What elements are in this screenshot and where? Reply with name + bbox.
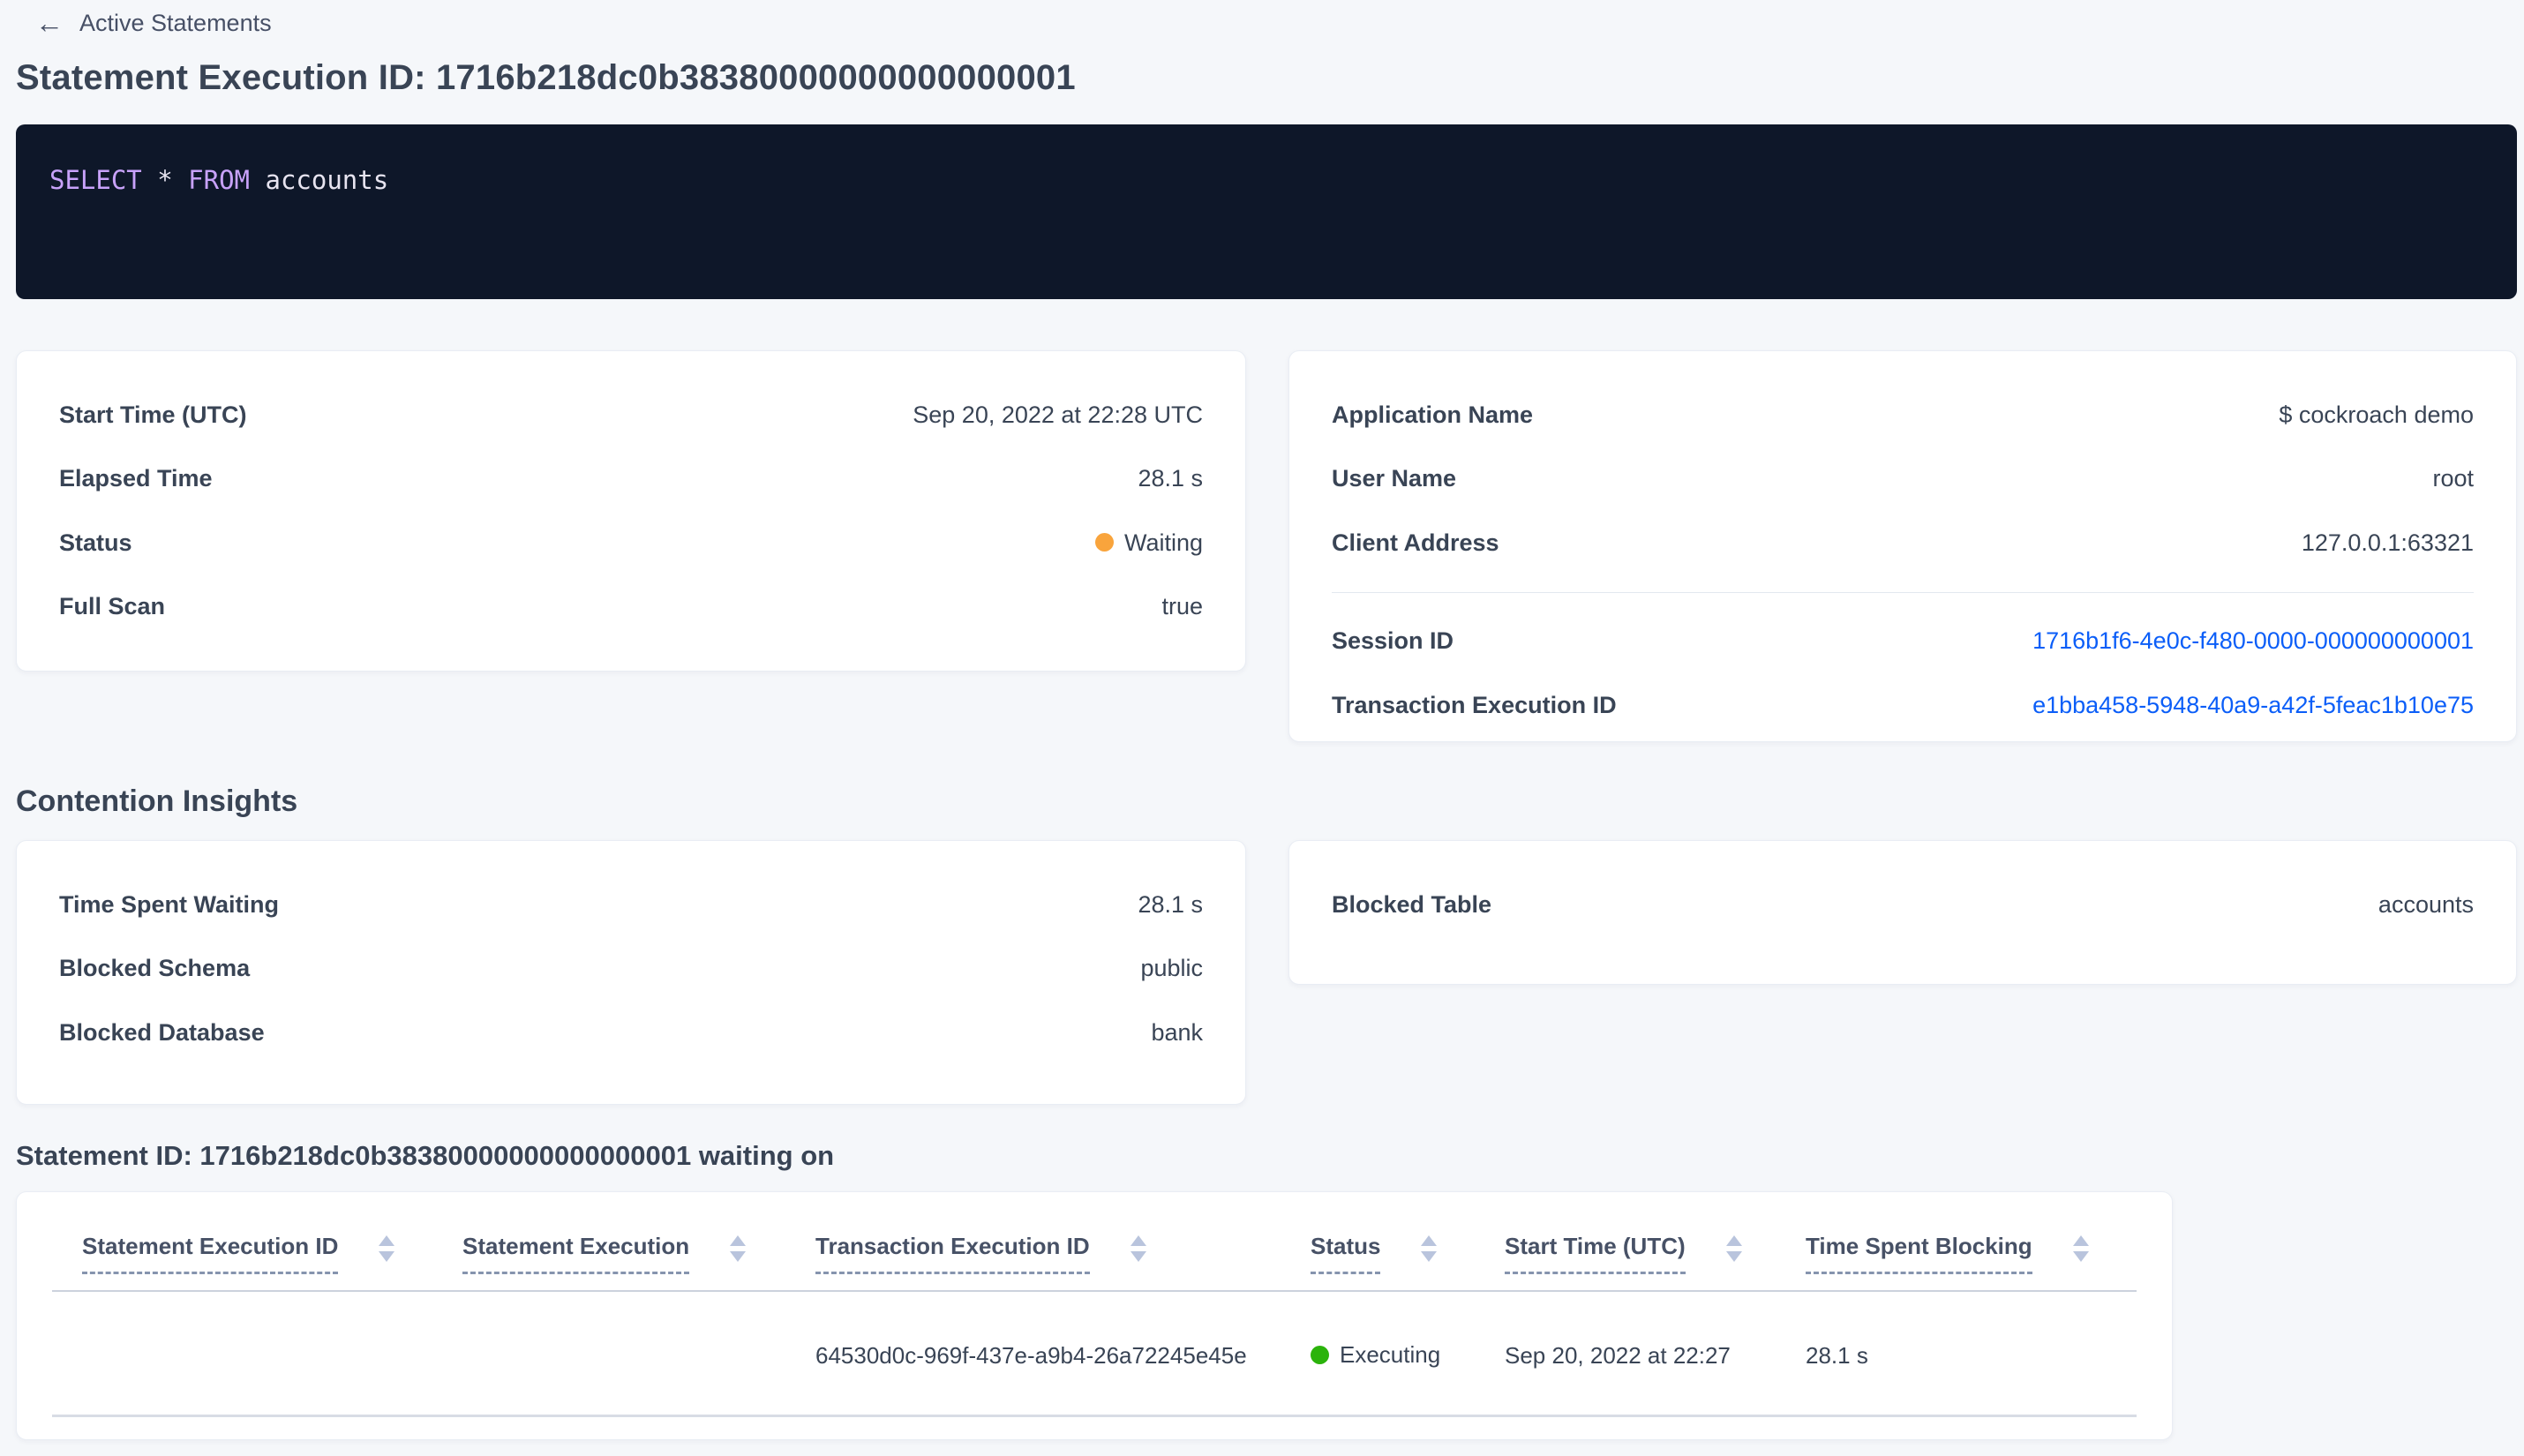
column-header-start-time[interactable]: Start Time (UTC): [1475, 1192, 1776, 1292]
sort-icon[interactable]: [730, 1235, 747, 1262]
column-header-statement-execution-id[interactable]: Statement Execution ID: [52, 1192, 432, 1292]
status-waiting-dot-icon: [1094, 533, 1114, 552]
sql-keyword-from: FROM: [188, 165, 251, 195]
blocked-table-label: Blocked Table: [1332, 891, 1492, 918]
column-label[interactable]: Time Spent Blocking: [1806, 1233, 2032, 1274]
user-name-value: root: [2432, 465, 2474, 492]
session-id-row: Session ID 1716b1f6-4e0c-f480-0000-00000…: [1332, 627, 2474, 655]
blocked-table-row: Blocked Table accounts: [1332, 890, 2474, 919]
sql-keyword-select: SELECT: [49, 165, 142, 195]
column-header-statement-execution[interactable]: Statement Execution: [432, 1192, 785, 1292]
blocked-database-row: Blocked Database bank: [59, 1018, 1203, 1047]
status-text: Waiting: [1123, 529, 1203, 556]
sort-icon[interactable]: [1725, 1235, 1742, 1262]
cell-status-text: Executing: [1340, 1341, 1441, 1368]
time-spent-waiting-label: Time Spent Waiting: [59, 891, 280, 918]
session-id-label: Session ID: [1332, 627, 1454, 655]
status-value: Waiting: [1094, 529, 1203, 557]
transaction-execution-id-link[interactable]: e1bba458-5948-40a9-a42f-5feac1b10e75: [2032, 691, 2474, 719]
sort-icon[interactable]: [1421, 1235, 1438, 1262]
user-name-row: User Name root: [1332, 464, 2474, 492]
blocked-table-value: accounts: [2378, 891, 2474, 918]
contention-right-card: Blocked Table accounts: [1288, 840, 2517, 985]
cell-status: Executing: [1281, 1291, 1475, 1417]
status-executing-dot-icon: [1311, 1346, 1329, 1364]
column-header-transaction-execution-id[interactable]: Transaction Execution ID: [785, 1192, 1281, 1292]
waiting-statements-table: Statement Execution ID Statement Executi…: [52, 1192, 2137, 1417]
details-cards-row: Start Time (UTC) Sep 20, 2022 at 22:28 U…: [16, 350, 2517, 742]
sql-statement-box: SELECT * FROM accounts: [16, 124, 2517, 299]
column-header-time-spent-blocking[interactable]: Time Spent Blocking: [1776, 1192, 2137, 1292]
time-spent-waiting-value: 28.1 s: [1138, 891, 1203, 918]
sql-table-name: accounts: [265, 165, 389, 195]
waiting-statements-table-card: Statement Execution ID Statement Executi…: [16, 1191, 2173, 1440]
blocked-database-value: bank: [1151, 1018, 1203, 1046]
transaction-execution-id-label: Transaction Execution ID: [1332, 691, 1617, 718]
sort-icon[interactable]: [1130, 1235, 1146, 1262]
application-name-label: Application Name: [1332, 402, 1534, 428]
full-scan-row: Full Scan true: [59, 592, 1203, 620]
back-link-active-statements[interactable]: ← Active Statements: [0, 0, 272, 37]
column-header-status[interactable]: Status: [1281, 1192, 1475, 1292]
execution-details-card: Start Time (UTC) Sep 20, 2022 at 22:28 U…: [16, 350, 1246, 672]
transaction-execution-id-row: Transaction Execution ID e1bba458-5948-4…: [1332, 691, 2474, 719]
column-label[interactable]: Start Time (UTC): [1505, 1233, 1686, 1274]
column-label[interactable]: Status: [1311, 1233, 1381, 1274]
client-address-label: Client Address: [1332, 529, 1499, 556]
column-label[interactable]: Transaction Execution ID: [815, 1233, 1090, 1274]
back-link-label: Active Statements: [79, 9, 272, 36]
cell-transaction-execution-id: 64530d0c-969f-437e-a9b4-26a72245e45e: [785, 1291, 1281, 1417]
sql-star: *: [157, 165, 173, 195]
sort-icon[interactable]: [379, 1235, 395, 1262]
status-row: Status Waiting: [59, 529, 1203, 557]
user-name-label: User Name: [1332, 465, 1457, 492]
elapsed-time-row: Elapsed Time 28.1 s: [59, 464, 1203, 492]
start-time-value: Sep 20, 2022 at 22:28 UTC: [913, 402, 1203, 428]
elapsed-time-value: 28.1 s: [1138, 465, 1203, 492]
sort-icon[interactable]: [2072, 1235, 2089, 1262]
blocked-schema-label: Blocked Schema: [59, 955, 251, 982]
arrow-left-icon: ←: [35, 7, 64, 39]
statement-execution-details-page: ← Active Statements Statement Execution …: [0, 0, 2524, 1440]
cell-time-spent-blocking: 28.1 s: [1776, 1291, 2137, 1417]
start-time-label: Start Time (UTC): [59, 402, 247, 428]
full-scan-label: Full Scan: [59, 593, 166, 620]
client-address-row: Client Address 127.0.0.1:63321: [1332, 529, 2474, 557]
column-label[interactable]: Statement Execution ID: [82, 1233, 339, 1274]
card-divider: [1332, 592, 2474, 594]
session-details-card: Application Name $ cockroach demo User N…: [1288, 350, 2517, 742]
session-id-link[interactable]: 1716b1f6-4e0c-f480-0000-000000000001: [2032, 627, 2474, 655]
cell-statement-execution-id: [52, 1291, 432, 1417]
blocked-database-label: Blocked Database: [59, 1018, 265, 1046]
contention-insights-title: Contention Insights: [16, 784, 298, 818]
application-name-value: $ cockroach demo: [2279, 402, 2474, 428]
status-label: Status: [59, 529, 132, 556]
cell-start-time: Sep 20, 2022 at 22:27: [1475, 1291, 1776, 1417]
page-title: Statement Execution ID: 1716b218dc0b3838…: [16, 58, 1076, 97]
table-row: 64530d0c-969f-437e-a9b4-26a72245e45e Exe…: [52, 1291, 2137, 1417]
cell-statement-execution: [432, 1291, 785, 1417]
column-label[interactable]: Statement Execution: [462, 1233, 690, 1274]
waiting-on-title: Statement ID: 1716b218dc0b38380000000000…: [16, 1140, 835, 1171]
contention-cards-row: Time Spent Waiting 28.1 s Blocked Schema…: [16, 840, 2517, 1105]
application-name-row: Application Name $ cockroach demo: [1332, 401, 2474, 429]
contention-left-card: Time Spent Waiting 28.1 s Blocked Schema…: [16, 840, 1246, 1105]
client-address-value: 127.0.0.1:63321: [2301, 529, 2474, 556]
time-spent-waiting-row: Time Spent Waiting 28.1 s: [59, 890, 1203, 919]
blocked-schema-value: public: [1140, 955, 1203, 982]
table-header-row: Statement Execution ID Statement Executi…: [52, 1192, 2137, 1292]
start-time-row: Start Time (UTC) Sep 20, 2022 at 22:28 U…: [59, 401, 1203, 429]
full-scan-value: true: [1161, 593, 1203, 620]
elapsed-time-label: Elapsed Time: [59, 465, 213, 492]
blocked-schema-row: Blocked Schema public: [59, 954, 1203, 982]
